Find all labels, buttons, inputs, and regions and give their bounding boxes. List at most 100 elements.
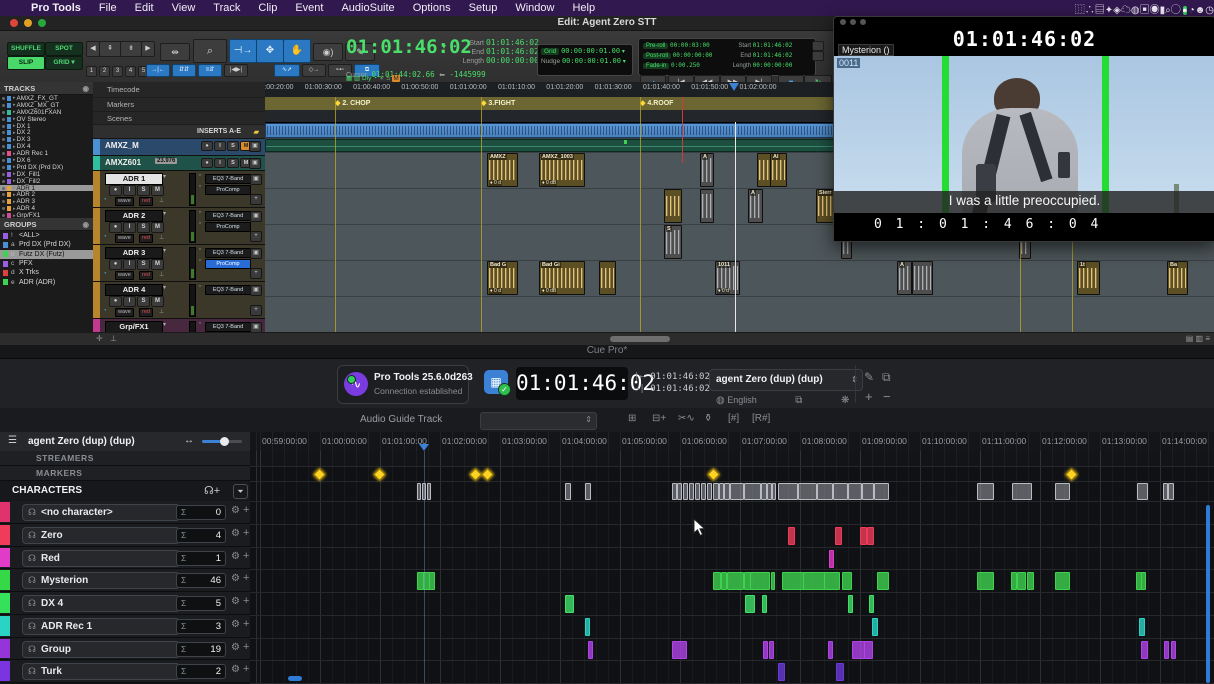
zoom-slider-knob[interactable] [220,437,229,446]
cue-clip[interactable] [836,663,844,681]
video-window-titlebar[interactable] [834,17,1214,27]
chip-icon[interactable]: ✦ [1105,5,1113,16]
character-settings-icon[interactable]: ⚙ [231,573,240,584]
track-solo-button[interactable]: S [137,259,150,270]
menu-item-track[interactable]: Track [204,2,249,14]
insert-bypass-icon[interactable]: * [199,174,201,180]
character-settings-icon[interactable]: ⚙ [231,528,240,539]
audio-clip[interactable] [700,189,714,223]
character-settings-icon[interactable]: ⚙ [231,505,240,516]
track-solo-button[interactable]: S [137,296,150,307]
sidebar-track-amxz-mx-gt[interactable]: ▸AMXZ_MX_GT [0,102,93,109]
remove-icon[interactable]: − [883,389,891,404]
character-settings-icon[interactable]: ⚙ [231,551,240,562]
grid-character-row--no-character-[interactable] [250,501,1214,525]
insert-bypass-icon[interactable]: * [199,248,201,254]
track-visibility-dot[interactable] [2,125,5,128]
track-view-selector[interactable]: wave [115,234,134,243]
timeline-menu-icon[interactable]: ☰ [8,435,17,446]
overview-clip[interactable] [744,483,761,500]
selector-tool[interactable]: ✥ [256,39,284,63]
timeline-insertion-caret[interactable] [729,83,739,91]
mute-status-icon[interactable]: M [392,75,399,82]
character-add-icon[interactable]: + [243,663,249,675]
zoom-audio-button[interactable]: ⇟ [120,41,142,57]
add-folder-icon[interactable]: ⊟+ [652,413,666,424]
character-name-field[interactable]: ☊Turk [22,663,180,680]
camera-icon[interactable]: ⏺ [1183,6,1187,15]
track-visibility-dot[interactable] [2,193,5,196]
track-visibility-dot[interactable] [2,200,5,203]
track-view-selector[interactable]: wave [115,197,134,206]
track-io-button[interactable]: ▣ [250,211,262,222]
zoom-waveform-button[interactable]: ⇞ [99,41,121,57]
edit-mode-shuffle[interactable]: SHUFFLE [7,42,45,56]
audio-clip[interactable] [664,189,682,223]
character-add-icon[interactable]: + [243,504,249,516]
sidebar-group-a[interactable]: aPrd DX (Prd DX) [0,240,93,249]
cue-clip[interactable] [864,641,873,659]
grid-character-row-zero[interactable] [250,524,1214,548]
track-timebase-selector[interactable]: red [139,197,153,206]
track-record-button[interactable]: ● [201,158,213,168]
overview-clip[interactable] [874,483,889,500]
box-a-icon[interactable]: ▣ [1140,5,1150,16]
sync-calendar-icon[interactable]: ▦✓ [484,370,508,394]
menu-item-setup[interactable]: Setup [460,2,507,14]
track-visibility-dot[interactable] [2,166,5,169]
track-freeze-icon[interactable]: ⊥ [159,271,164,278]
control-center-icon[interactable]: ◯ [1171,5,1181,16]
insert-slot-procomp[interactable]: ProComp [205,185,251,195]
marker-3-fight[interactable]: ◆3.FIGHT [481,99,515,107]
sidebar-track-adr-2[interactable]: ▸ADR 2 [0,191,93,198]
audio-clip-1t[interactable]: 1t [1077,261,1100,295]
edit-hscroll-area[interactable]: ✛ ⊥ ▤ ▥ ≡ [0,332,1214,346]
menu-item-event[interactable]: Event [286,2,332,14]
sidebar-track-dx-fill1[interactable]: ▸DX_Fill1 [0,171,93,178]
sidebar-track-dx-2[interactable]: ▸DX 2 [0,129,93,136]
session-dropdown[interactable]: agent Zero (dup) (dup) ⇕ [709,369,863,391]
character-row-red[interactable]: ☊RedΣ1⚙+ [0,547,250,570]
character-add-icon[interactable]: + [243,618,249,630]
grid-character-row-adr-rec-1[interactable] [250,615,1214,639]
preroll-label[interactable]: Pre-roll [643,43,668,49]
cue-marker-diamond[interactable] [481,468,494,481]
track-visibility-dot[interactable] [2,187,5,190]
track-visibility-dot[interactable] [2,97,5,100]
insertion-follows-button[interactable]: |◀▶| [224,64,248,77]
overview-clip[interactable] [848,483,862,500]
cue-clip[interactable] [803,572,825,590]
overview-clip[interactable] [833,483,848,500]
audio-clip[interactable] [912,261,933,295]
ruler-row-timecode[interactable]: Timecode [93,82,265,98]
track-input-button[interactable]: I [123,222,136,233]
character-row-dx-4[interactable]: ☊DX 4Σ5⚙+ [0,592,250,615]
cue-clip[interactable] [1027,572,1034,590]
cue-clip[interactable] [824,572,840,590]
markers-row[interactable]: MARKERS + [0,466,286,481]
track-options-button[interactable]: ▣ [249,158,261,169]
zoom-in-track-icon[interactable]: ✛ [96,334,103,343]
track-add-insert-button[interactable]: + [250,268,262,279]
link-track-button[interactable]: ≡⇵ [198,64,222,77]
delay-compensation-label[interactable]: Dly [362,75,371,82]
menu-item-audiosuite[interactable]: AudioSuite [332,2,403,14]
split-clip-icon[interactable]: ✂∿ [678,413,695,424]
overview-clip[interactable] [772,483,776,500]
sidebar-track-amxz601fxan[interactable]: ▸AMXZ601FXAN [0,109,93,116]
sidebar-track-adr-3[interactable]: ▸ADR 3 [0,198,93,205]
character-count-box[interactable]: Σ3 [176,619,226,634]
filter-icon[interactable]: ⏷ [233,484,248,499]
user-icon[interactable]: ☻ [1195,5,1206,16]
cue-clip[interactable] [778,663,785,681]
track-visibility-dot[interactable] [2,131,5,134]
track-solo-button[interactable]: S [227,141,239,151]
insert-slot-eq3-7-band[interactable]: EQ3 7-Band [205,211,251,221]
track-mute-button[interactable]: M [151,259,164,270]
cue-clip[interactable] [842,572,852,590]
cue-clip[interactable] [1141,641,1148,659]
sidebar-track-adr-1[interactable]: ▸ADR 1 [0,185,93,192]
audio-clip-a[interactable]: A [700,153,714,187]
audio-clip-amxz-1003[interactable]: AMXZ_1003♦ 0 dB [539,153,585,187]
tab-to-transient-button[interactable]: →|← [146,64,170,77]
